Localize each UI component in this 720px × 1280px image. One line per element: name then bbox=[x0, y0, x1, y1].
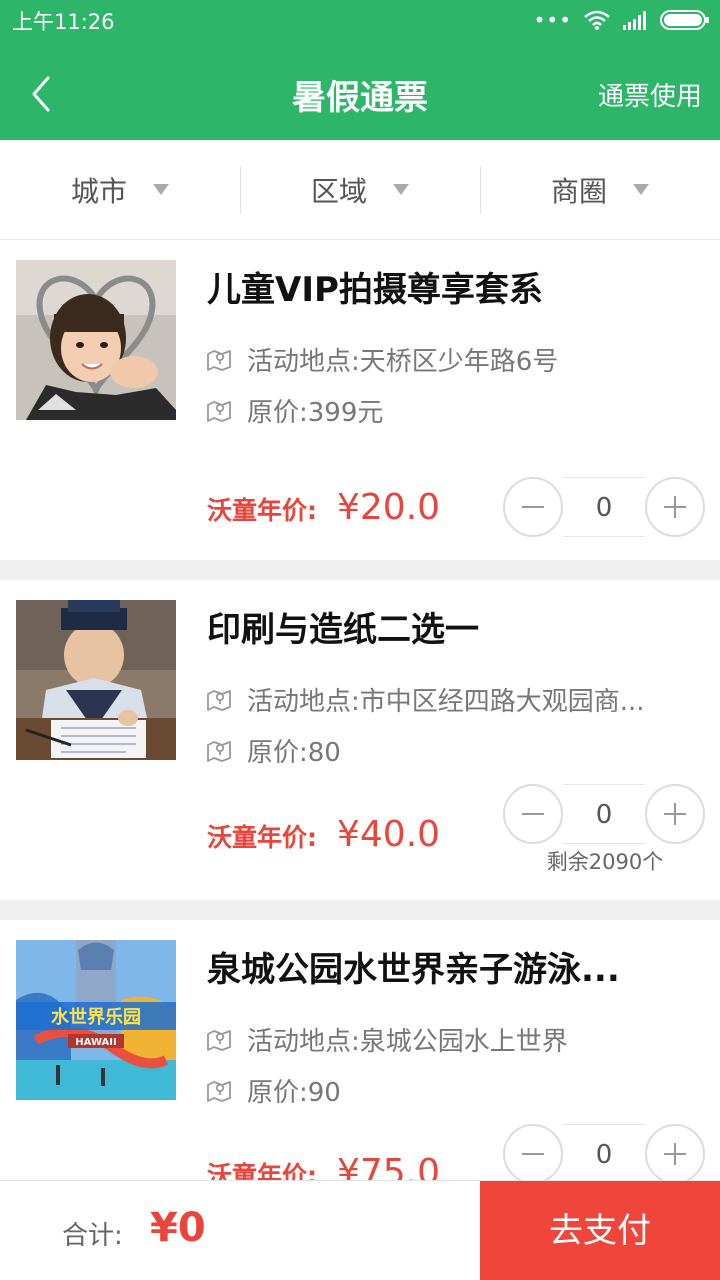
product-original-price: 原价:80 bbox=[205, 734, 341, 768]
caret-down-icon bbox=[633, 184, 649, 195]
location-text: 活动地点:泉城公园水上世界 bbox=[247, 1026, 568, 1057]
price-label: 沃童年价: bbox=[207, 823, 317, 852]
product-image bbox=[16, 600, 176, 760]
product-price: 沃童年价: ¥40.0 bbox=[207, 814, 440, 855]
pass-usage-link[interactable]: 通票使用 bbox=[598, 76, 702, 113]
status-time: 上午11:26 bbox=[12, 10, 115, 34]
product-card[interactable]: 印刷与造纸二选一 活动地点:市中区经四路大观园商... 原价:80 沃童年价: … bbox=[0, 580, 720, 900]
product-title: 泉城公园水世界亲子游泳... bbox=[207, 950, 620, 990]
signal-icon bbox=[623, 11, 646, 30]
quantity-value[interactable]: 0 bbox=[563, 477, 645, 537]
product-card[interactable]: 水世界乐园 HAWAII 泉城公园水世界亲子游泳... 活动地点:泉城公园水上世… bbox=[0, 920, 720, 1180]
status-bar: 上午11:26 ••• bbox=[0, 0, 720, 40]
quantity-stepper: 0 bbox=[503, 477, 705, 537]
total-value: ¥0 bbox=[150, 1205, 206, 1251]
decrease-button[interactable] bbox=[503, 1124, 563, 1180]
price-label: 沃童年价: bbox=[207, 1161, 317, 1180]
filter-district-label: 区域 bbox=[310, 174, 367, 208]
decrease-button[interactable] bbox=[503, 477, 563, 537]
caret-down-icon bbox=[153, 184, 169, 195]
price-value: ¥40.0 bbox=[337, 814, 441, 855]
remaining-stock: 剩余2090个 bbox=[546, 850, 664, 874]
quantity-stepper: 0 bbox=[503, 1124, 705, 1180]
caret-down-icon bbox=[393, 184, 409, 195]
product-original-price: 原价:90 bbox=[205, 1074, 341, 1108]
map-icon bbox=[207, 741, 231, 762]
product-title: 儿童VIP拍摄尊享套系 bbox=[207, 270, 543, 310]
filter-city[interactable]: 城市 bbox=[0, 140, 240, 239]
more-dots-icon: ••• bbox=[533, 8, 572, 32]
filter-bar: 城市 区域 商圈 bbox=[0, 140, 720, 240]
decrease-button[interactable] bbox=[503, 784, 563, 844]
filter-district[interactable]: 区域 bbox=[240, 140, 480, 239]
product-location: 活动地点:天桥区少年路6号 bbox=[205, 343, 559, 377]
filter-business-area[interactable]: 商圈 bbox=[480, 140, 720, 239]
price-label: 沃童年价: bbox=[207, 496, 317, 525]
status-icons: ••• bbox=[534, 8, 710, 32]
price-value: ¥75.0 bbox=[337, 1152, 441, 1180]
nav-bar: 暑假通票 通票使用 bbox=[0, 40, 720, 140]
filter-business-area-label: 商圈 bbox=[550, 174, 607, 208]
product-card[interactable]: 儿童VIP拍摄尊享套系 活动地点:天桥区少年路6号 原价:399元 沃童年价: … bbox=[0, 240, 720, 560]
product-price: 沃童年价: ¥75.0 bbox=[207, 1152, 440, 1180]
image-sign-text: HAWAII bbox=[75, 1037, 116, 1048]
checkout-bar: 合计: ¥0 去支付 bbox=[0, 1180, 720, 1280]
price-value: ¥20.0 bbox=[337, 487, 441, 528]
map-icon bbox=[207, 401, 231, 422]
increase-button[interactable] bbox=[645, 784, 705, 844]
map-icon bbox=[207, 690, 231, 711]
map-icon bbox=[207, 1030, 231, 1051]
original-price-text: 原价:80 bbox=[247, 737, 341, 768]
increase-button[interactable] bbox=[645, 1124, 705, 1180]
wifi-icon bbox=[584, 10, 610, 30]
battery-icon bbox=[660, 10, 709, 30]
product-price: 沃童年价: ¥20.0 bbox=[207, 487, 440, 528]
increase-button[interactable] bbox=[645, 477, 705, 537]
original-price-text: 原价:399元 bbox=[247, 397, 384, 428]
total-label: 合计: bbox=[62, 1221, 123, 1251]
product-image bbox=[16, 260, 176, 420]
product-location: 活动地点:市中区经四路大观园商... bbox=[205, 683, 645, 717]
map-icon bbox=[207, 350, 231, 371]
quantity-stepper: 0 bbox=[503, 784, 705, 844]
location-text: 活动地点:市中区经四路大观园商... bbox=[247, 686, 645, 717]
product-title: 印刷与造纸二选一 bbox=[207, 610, 479, 650]
quantity-value[interactable]: 0 bbox=[563, 1124, 645, 1180]
image-banner-text: 水世界乐园 bbox=[51, 1006, 141, 1028]
product-image: 水世界乐园 HAWAII bbox=[16, 940, 176, 1100]
pay-button[interactable]: 去支付 bbox=[480, 1181, 720, 1280]
product-original-price: 原价:399元 bbox=[205, 394, 384, 428]
product-location: 活动地点:泉城公园水上世界 bbox=[205, 1023, 568, 1057]
map-icon bbox=[207, 1081, 231, 1102]
quantity-value[interactable]: 0 bbox=[563, 784, 645, 844]
filter-city-label: 城市 bbox=[70, 174, 127, 208]
location-text: 活动地点:天桥区少年路6号 bbox=[247, 346, 559, 377]
original-price-text: 原价:90 bbox=[247, 1077, 341, 1108]
